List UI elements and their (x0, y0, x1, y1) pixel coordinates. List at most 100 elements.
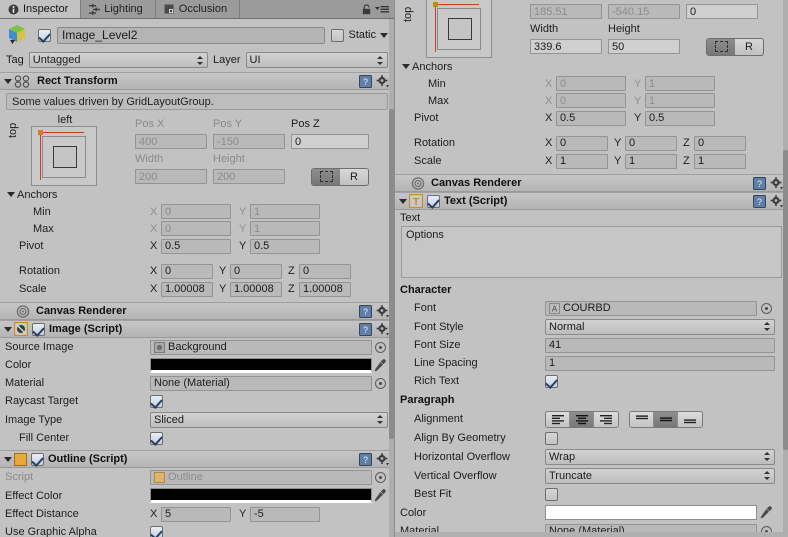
pos-z-field[interactable]: 0 (291, 134, 369, 149)
hamburger-menu-icon[interactable] (375, 4, 389, 14)
best-fit-checkbox[interactable] (545, 487, 558, 501)
tag-dropdown[interactable]: Untagged (28, 52, 208, 68)
help-icon[interactable]: ? (753, 176, 766, 190)
help-icon[interactable]: ? (359, 74, 372, 88)
anchor-max-x-field[interactable]: 0 (161, 221, 231, 236)
text-content-textarea[interactable]: Options (401, 226, 782, 278)
component-header-canvas-renderer[interactable]: Canvas Renderer ? (395, 174, 788, 192)
raw-edit-mode-button[interactable]: R (340, 168, 368, 185)
component-header-image-script[interactable]: Image (Script) ? (0, 320, 394, 338)
anchor-preset-box[interactable] (31, 126, 97, 186)
gear-icon[interactable] (770, 194, 784, 208)
text-enabled-checkbox[interactable] (427, 194, 440, 208)
component-header-canvas-renderer[interactable]: Canvas Renderer ? (0, 302, 394, 320)
align-top-button[interactable] (630, 411, 654, 427)
height-field[interactable]: 200 (213, 169, 285, 184)
scale-z-field[interactable]: 1.00008 (299, 281, 351, 297)
raw-edit-mode-button[interactable]: R (735, 38, 763, 55)
prefab-cube-icon[interactable] (6, 23, 32, 47)
anchor-max-y-field[interactable]: 1 (250, 221, 320, 236)
pivot-y-field[interactable]: 0.5 (645, 110, 715, 126)
effect-distance-x-field[interactable]: 5 (161, 506, 231, 522)
tab-inspector[interactable]: Inspector (0, 0, 82, 18)
font-picker-button[interactable] (760, 302, 772, 314)
static-dropdown-arrow-icon[interactable] (380, 32, 388, 38)
image-raycast-target-checkbox[interactable] (150, 394, 163, 408)
pos-x-field[interactable]: 400 (135, 134, 207, 149)
text-color-swatch[interactable] (545, 505, 757, 520)
effect-distance-y-field[interactable]: -5 (250, 506, 320, 522)
foldout-text-script[interactable] (397, 198, 409, 204)
anchor-min-y-field[interactable]: 1 (250, 204, 320, 219)
static-checkbox[interactable] (331, 28, 345, 42)
gear-icon[interactable] (376, 452, 390, 466)
tab-lighting[interactable]: Lighting (81, 0, 156, 18)
pos-y-field[interactable]: -540.15 (608, 4, 680, 19)
tab-occlusion[interactable]: Occlusion (155, 0, 241, 18)
gameobject-enabled-checkbox[interactable] (38, 28, 51, 42)
help-icon[interactable]: ? (359, 304, 372, 318)
effect-color-swatch[interactable] (150, 488, 372, 503)
anchor-preset-widget[interactable]: left top (5, 114, 135, 186)
anchor-max-y-field[interactable]: 1 (645, 93, 715, 108)
fill-center-checkbox[interactable] (150, 431, 163, 445)
source-image-field[interactable]: Background (150, 339, 372, 355)
foldout-anchors[interactable] (400, 64, 412, 69)
anchor-min-x-field[interactable]: 0 (556, 76, 626, 91)
foldout-rect-transform[interactable] (2, 78, 14, 84)
gear-icon[interactable] (376, 74, 390, 88)
right-pane-scrollbar[interactable] (783, 0, 788, 537)
rotation-z-field[interactable]: 0 (694, 135, 746, 151)
foldout-outline-script[interactable] (2, 456, 14, 462)
gear-icon[interactable] (376, 304, 390, 318)
vertical-overflow-dropdown[interactable]: Truncate (545, 467, 775, 484)
source-image-picker-button[interactable] (374, 341, 386, 353)
rotation-x-field[interactable]: 0 (556, 135, 608, 151)
blueprint-raw-toggle-group[interactable]: R (311, 167, 369, 186)
pivot-x-field[interactable]: 0.5 (161, 238, 231, 254)
image-material-field[interactable]: None (Material) (150, 375, 372, 391)
image-enabled-checkbox[interactable] (32, 322, 45, 336)
eyedropper-icon[interactable] (374, 358, 386, 372)
horizontal-alignment-group[interactable] (545, 410, 619, 428)
scale-z-field[interactable]: 1 (694, 153, 746, 169)
foldout-anchors[interactable] (5, 192, 17, 197)
help-icon[interactable]: ? (359, 452, 372, 466)
width-field[interactable]: 339.6 (530, 39, 602, 54)
material-picker-button[interactable] (374, 377, 386, 389)
pos-z-field[interactable]: 0 (686, 4, 758, 19)
rotation-y-field[interactable]: 0 (625, 135, 677, 151)
gear-icon[interactable] (770, 176, 784, 190)
align-center-button[interactable] (570, 411, 594, 427)
rich-text-checkbox[interactable] (545, 374, 558, 388)
anchor-preset-widget[interactable]: top (400, 0, 530, 58)
line-spacing-field[interactable]: 1 (545, 355, 775, 371)
eyedropper-icon[interactable] (374, 489, 386, 502)
align-right-button[interactable] (594, 411, 618, 427)
anchor-preset-box[interactable] (426, 0, 492, 58)
gear-icon[interactable] (376, 322, 390, 336)
anchor-min-y-field[interactable]: 1 (645, 76, 715, 91)
component-header-outline-script[interactable]: Outline (Script) ? (0, 450, 394, 468)
blueprint-mode-button[interactable] (312, 168, 340, 185)
outline-enabled-checkbox[interactable] (31, 452, 44, 466)
layer-dropdown[interactable]: UI (245, 52, 388, 68)
pos-y-field[interactable]: -150 (213, 134, 285, 149)
rotation-y-field[interactable]: 0 (230, 263, 282, 279)
lock-icon[interactable] (362, 3, 371, 15)
font-style-dropdown[interactable]: Normal (545, 318, 775, 335)
horizontal-overflow-dropdown[interactable]: Wrap (545, 448, 775, 465)
component-header-text-script[interactable]: T Text (Script) ? (395, 192, 788, 210)
vertical-alignment-group[interactable] (629, 410, 703, 428)
gameobject-name-field[interactable]: Image_Level2 (57, 26, 326, 44)
pivot-y-field[interactable]: 0.5 (250, 238, 320, 254)
align-by-geometry-checkbox[interactable] (545, 431, 558, 445)
pos-x-field[interactable]: 185.51 (530, 4, 602, 19)
scale-y-field[interactable]: 1 (625, 153, 677, 169)
align-left-button[interactable] (546, 411, 570, 427)
scale-x-field[interactable]: 1 (556, 153, 608, 169)
eyedropper-icon[interactable] (760, 506, 772, 519)
pivot-x-field[interactable]: 0.5 (556, 110, 626, 126)
help-icon[interactable]: ? (753, 194, 766, 208)
foldout-image-script[interactable] (2, 326, 14, 332)
